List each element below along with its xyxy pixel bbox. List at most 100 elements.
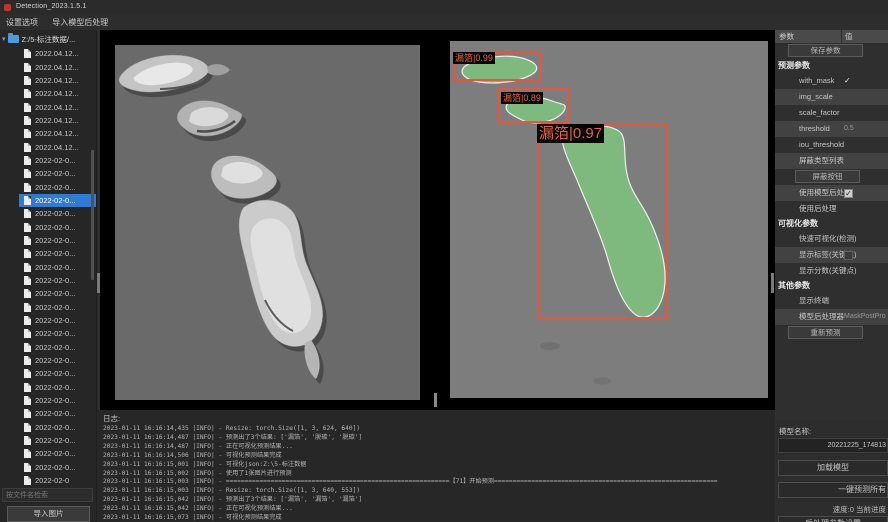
tree-item[interactable]: 2022.04.12... [19,47,97,60]
tree-item-label: 2022-02-0... [35,169,75,178]
tree-item[interactable]: 2022-02-0... [19,154,97,167]
log-line: 2023-01-11 16:16:15,042 |INFO| - 预测出了3个结… [103,496,718,505]
param-row[interactable]: with_mask✓ [775,73,888,89]
file-icon [24,263,31,272]
tree-item[interactable]: 2022-02-0... [19,301,97,314]
tree-item[interactable]: 2022-02-0... [19,394,97,407]
tree-item[interactable]: 2022.04.12... [19,127,97,140]
tree-item[interactable]: 2022-02-0... [19,274,97,287]
tree-item[interactable]: 2022.04.12... [19,140,97,153]
tree-item-label: 2022-02-0... [35,449,75,458]
param-row[interactable]: img_scale [775,89,888,105]
original-image-canvas[interactable] [115,45,420,400]
tree-item[interactable]: 2022-02-0... [19,461,97,474]
menu-settings[interactable]: 设置选项 [0,15,44,30]
predict-all-button[interactable]: 一键预测所有 [778,482,888,498]
tree-root-item[interactable]: ▾ Z:/5-标注数据/... [2,33,97,45]
log-line: 2023-01-11 16:16:15,073 |INFO| - 可视化预测结果… [103,514,718,522]
log-line: 2023-01-11 16:16:15,003 |INFO| - Resize:… [103,487,718,496]
menu-import-model-postprocess[interactable]: 导入模型后处理 [46,15,114,30]
tree-item[interactable]: 2022.04.12... [19,100,97,113]
param-row[interactable]: 快速可视化(检测) [775,231,888,247]
param-button[interactable]: 屏蔽按钮 [795,170,860,183]
tree-item-label: 2022-02-0... [35,423,75,432]
param-row[interactable]: 显示标签(关键点) [775,247,888,263]
tree-item[interactable]: 2022-02-0... [19,180,97,193]
log-panel[interactable]: 日志: 2023-01-11 16:16:14,435 |INFO| - Res… [97,410,775,522]
parameters-header: 参数 值 [775,30,888,43]
tree-item[interactable]: 2022.04.12... [19,60,97,73]
tree-scrollbar[interactable] [91,150,94,280]
title-bar: Detection_2023.1.5.1 [0,0,888,15]
param-row[interactable]: 屏蔽类型列表 [775,153,888,169]
param-row[interactable]: 使用后处理 [775,201,888,217]
param-section: 可视化参数 [775,217,888,231]
log-title: 日志: [103,413,120,424]
tree-item[interactable]: 2022-02-0... [19,421,97,434]
tree-item[interactable]: 2022-02-0... [19,234,97,247]
tree-item[interactable]: 2022-02-0... [19,407,97,420]
tree-item[interactable]: 2022-02-0... [19,207,97,220]
left-splitter-handle[interactable] [97,273,100,293]
right-splitter-handle[interactable] [771,273,774,293]
param-row[interactable]: threshold0.5 [775,121,888,137]
param-row[interactable]: 显示分数(关键点) [775,263,888,279]
param-label: 屏蔽类型列表 [799,156,844,165]
prediction-image-canvas[interactable]: 漏箔|0.99漏箔|0.89漏箔|0.97 [450,41,768,398]
tree-item[interactable]: 2022-02-0... [19,167,97,180]
folder-icon [8,35,19,43]
tree-item-label: 2022-02-0... [35,383,75,392]
tree-item[interactable]: 2022-02-0... [19,434,97,447]
tree-item[interactable]: 2022-02-0... [19,354,97,367]
tree-item[interactable]: 2022-02-0 [19,474,97,487]
tree-item-label: 2022-02-0... [35,356,75,365]
tree-item[interactable]: 2022-02-0... [19,314,97,327]
tree-item-label: 2022-02-0... [35,196,75,205]
param-section: 预测参数 [775,59,888,73]
import-image-button[interactable]: 导入图片 [7,506,90,522]
param-row[interactable]: 显示终端 [775,293,888,309]
param-row[interactable]: scale_factor [775,105,888,121]
file-icon [24,383,31,392]
tree-item[interactable]: 2022-02-0... [19,261,97,274]
original-image [115,45,420,400]
file-icon [24,316,31,325]
model-name-field[interactable]: 20221225_174813 [778,438,888,453]
postprocess-settings-button[interactable]: 后处理参数设置 [778,516,888,522]
tree-item[interactable]: 2022.04.12... [19,114,97,127]
param-row[interactable]: 使用模型后处理✓ [775,185,888,201]
tree-item[interactable]: 2022-02-0... [19,447,97,460]
file-icon [24,129,31,138]
log-line: 2023-01-11 16:16:14,487 |INFO| - 正在可视化预测… [103,443,718,452]
file-icon [24,476,31,485]
filename-search-input[interactable] [2,488,93,502]
tree-item[interactable]: 2022.04.12... [19,74,97,87]
tree-item[interactable]: 2022-02-0... [19,247,97,260]
param-column-label: 参数 [775,32,794,41]
tree-item-label: 2022-02-0... [35,183,75,192]
image-splitter-handle[interactable] [434,393,437,407]
tree-item[interactable]: 2022-02-0... [19,381,97,394]
tree-item[interactable]: 2022-02-0... [19,341,97,354]
tree-item[interactable]: 2022.04.12... [19,87,97,100]
param-button[interactable]: 保存参数 [788,44,863,57]
log-line: 2023-01-11 16:16:15,001 |INFO| - 可视化json… [103,461,718,470]
tree-item[interactable]: 2022-02-0... [19,327,97,340]
file-icon [24,463,31,472]
tree-item[interactable]: 2022-02-0... [19,367,97,380]
model-name-label: 模型名称: [779,426,811,437]
tree-item[interactable]: 2022-02-0... [19,220,97,233]
tree-item-label: 2022-02-0... [35,156,75,165]
tree-item[interactable]: 2022-02-0... [19,194,97,207]
param-button[interactable]: 重新预测 [788,326,863,339]
tree-item[interactable]: 2022-02-0... [19,287,97,300]
file-icon [24,209,31,218]
file-icon [24,76,31,85]
checkbox-empty-icon[interactable] [844,251,853,260]
param-button-row: 保存参数 [775,43,888,59]
load-model-button[interactable]: 加载模型 [778,460,888,476]
param-row[interactable]: iou_threshold [775,137,888,153]
param-row[interactable]: 模型后处理器MaskPostPro [775,309,888,325]
expand-arrow-icon[interactable]: ▾ [2,35,6,43]
checkbox-checked-icon[interactable]: ✓ [844,189,853,198]
